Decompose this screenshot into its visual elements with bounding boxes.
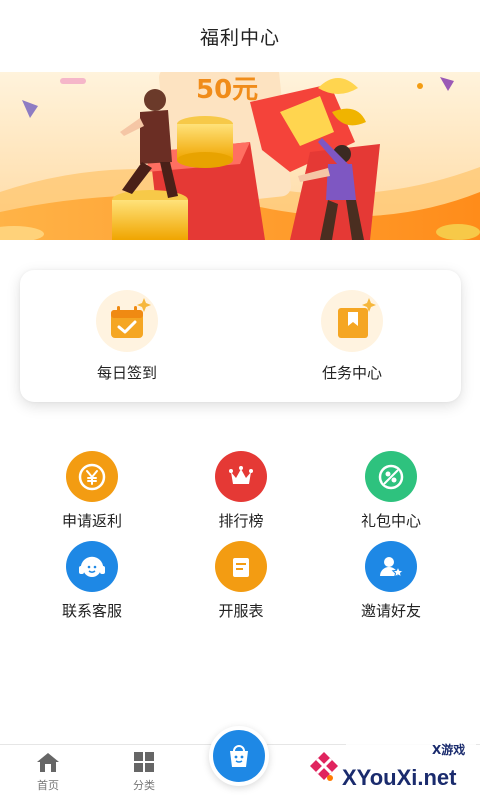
promo-banner[interactable]: 50元 xyxy=(0,72,480,240)
calendar-check-icon xyxy=(96,290,158,352)
contact-support-label: 联系客服 xyxy=(61,602,122,620)
list-icon xyxy=(215,541,267,592)
watermark-logo: XYouXi.net X游戏 xyxy=(310,740,476,790)
category-icon xyxy=(134,752,154,772)
watermark-tag: X游戏 xyxy=(432,742,465,757)
banner-illustration: 50元 xyxy=(0,72,480,240)
server-schedule-label: 开服表 xyxy=(218,602,264,620)
daily-checkin-label: 每日签到 xyxy=(96,364,157,382)
tab-category-label: 分类 xyxy=(133,779,155,792)
task-center-button[interactable]: 任务中心 xyxy=(282,288,422,388)
tab-home-label: 首页 xyxy=(37,779,59,792)
leaderboard-button[interactable]: 排行榜 xyxy=(181,451,301,531)
quick-actions-card: 每日签到 任务中心 xyxy=(20,270,461,402)
banner-price-tag: 50元 xyxy=(196,75,258,105)
gift-center-button[interactable]: 礼包中心 xyxy=(331,451,451,531)
headset-icon xyxy=(66,541,118,592)
yuan-icon xyxy=(66,451,118,502)
top-bar: 福利中心 xyxy=(0,0,480,72)
task-center-label: 任务中心 xyxy=(321,364,382,382)
center-shop-button[interactable] xyxy=(209,726,269,786)
bookmark-icon xyxy=(321,290,383,352)
leaderboard-label: 排行榜 xyxy=(218,512,264,530)
daily-checkin-button[interactable]: 每日签到 xyxy=(57,288,197,388)
gift-pack-icon xyxy=(365,451,417,502)
apply-rebate-button[interactable]: 申请返利 xyxy=(32,451,152,531)
contact-support-button[interactable]: 联系客服 xyxy=(32,541,152,621)
watermark-brand: XYouXi.net xyxy=(342,765,457,790)
crown-icon xyxy=(215,451,267,502)
tab-home[interactable]: 首页 xyxy=(13,751,83,799)
page-title: 福利中心 xyxy=(199,26,280,49)
shopping-bag-icon xyxy=(230,745,248,767)
invite-user-icon xyxy=(365,541,417,592)
server-schedule-button[interactable]: 开服表 xyxy=(181,541,301,621)
home-icon xyxy=(37,753,59,772)
invite-friends-button[interactable]: 邀请好友 xyxy=(331,541,451,621)
site-watermark: XYouXi.net X游戏 xyxy=(306,740,480,800)
tab-category[interactable]: 分类 xyxy=(109,751,179,799)
gift-center-label: 礼包中心 xyxy=(360,512,421,530)
invite-friends-label: 邀请好友 xyxy=(360,602,421,620)
apply-rebate-label: 申请返利 xyxy=(61,512,122,530)
